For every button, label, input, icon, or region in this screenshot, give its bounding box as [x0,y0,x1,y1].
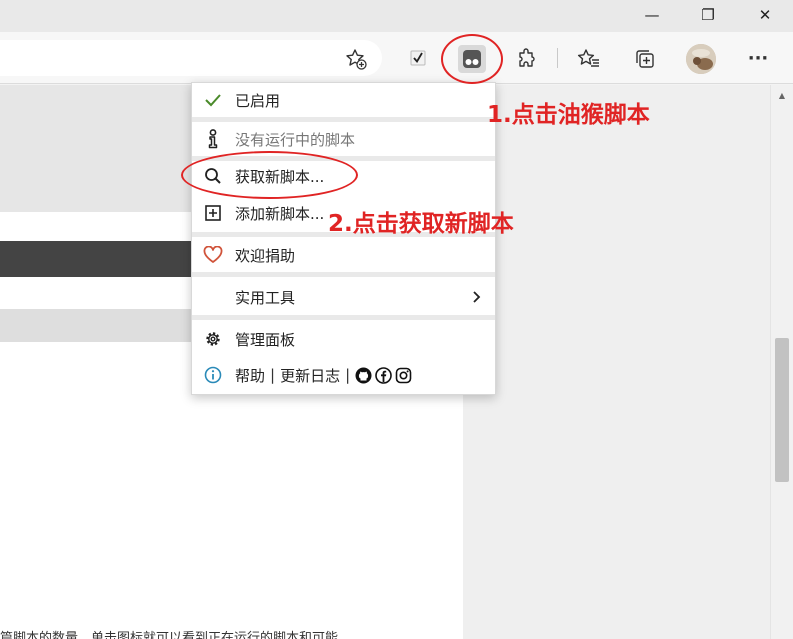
collections-icon[interactable] [633,47,657,71]
menu-item-help-row: 帮助 | 更新日志 | [192,358,495,392]
title-bar: — ❐ ✕ [0,0,793,32]
changelog-link[interactable]: 更新日志 [280,365,340,386]
checkmark-extension-icon[interactable] [408,48,428,68]
menu-item-label: 欢迎捐助 [235,246,296,265]
minimize-icon: — [644,6,660,24]
scroll-up-icon[interactable]: ▲ [771,89,793,101]
restore-icon: ❐ [701,6,715,24]
annotation-ring-get-new-script [181,151,358,199]
link-separator: | [345,366,351,384]
tampermonkey-menu: 已启用 没有运行中的脚本 获取新脚本... 添加新脚本... 欢迎捐助 实用工具… [191,82,496,395]
info-circle-icon [203,365,223,385]
menu-item-dashboard[interactable]: 管理面板 [192,322,495,356]
menu-divider [192,272,495,277]
page-body-text: 篇脚本的数量，单击图标就可以看到正在运行的脚本和可能 [0,631,339,639]
plus-square-icon [203,203,223,223]
menu-item-no-running-scripts: 没有运行中的脚本 [192,122,495,156]
chevron-right-icon [469,289,483,305]
facebook-icon[interactable] [375,366,392,384]
page-scrollbar[interactable]: ▲ [770,85,793,639]
menu-divider [192,315,495,320]
more-icon[interactable]: ··· [744,46,772,70]
menu-item-donate[interactable]: 欢迎捐助 [192,238,495,272]
profile-avatar[interactable] [686,44,716,74]
gear-icon [203,329,223,349]
annotation-step1: 1.点击油猴脚本 [487,102,650,128]
page-sidebar-area [463,85,770,639]
scrollbar-thumb[interactable] [775,338,789,482]
menu-item-utilities[interactable]: 实用工具 [192,280,495,314]
menu-item-label: 管理面板 [235,330,296,349]
menu-item-label: 已启用 [235,91,281,110]
instagram-icon[interactable] [395,367,412,384]
toolbar-separator [557,48,558,68]
extensions-icon[interactable] [515,47,539,71]
favorites-icon[interactable] [577,47,601,71]
help-links: 帮助 | 更新日志 | [235,365,412,386]
favorite-add-icon[interactable] [344,48,368,70]
restore-button[interactable]: ❐ [680,0,736,30]
address-bar[interactable] [0,40,382,76]
minimize-button[interactable]: — [624,0,680,30]
annotation-ring-tampermonkey [441,34,503,84]
info-figure-icon [203,129,223,149]
link-separator: | [270,366,276,384]
menu-item-enabled[interactable]: 已启用 [192,83,495,117]
checkmark-icon [203,90,223,110]
close-button[interactable]: ✕ [737,0,793,30]
help-link[interactable]: 帮助 [235,365,265,386]
close-icon: ✕ [758,6,772,24]
github-icon[interactable] [355,367,372,384]
menu-item-label: 没有运行中的脚本 [235,130,356,149]
menu-item-label: 实用工具 [235,288,296,307]
browser-toolbar: ··· [0,32,793,84]
heart-icon [203,245,223,265]
menu-item-label: 添加新脚本... [235,204,325,223]
annotation-step2: 2.点击获取新脚本 [328,211,514,237]
